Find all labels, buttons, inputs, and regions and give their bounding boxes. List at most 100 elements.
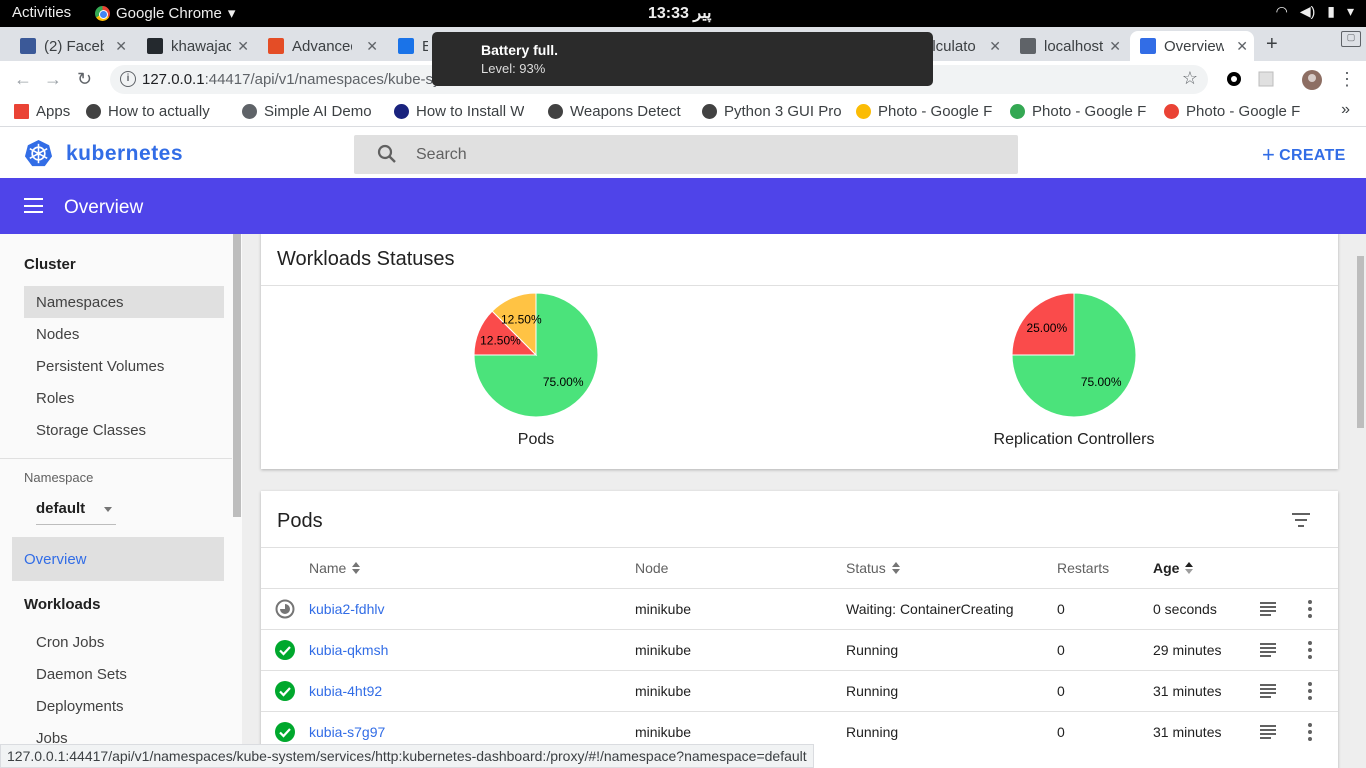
search-input[interactable]: Search	[354, 135, 1018, 174]
tab-1[interactable]: khawajac ✕	[137, 31, 255, 61]
pod-node: minikube	[635, 724, 692, 740]
pie-chart: 75.00% 12.50% 12.50% Pods	[386, 292, 686, 462]
globe-icon	[86, 104, 101, 119]
tab-5[interactable]: localhost ✕	[1010, 31, 1127, 61]
close-icon[interactable]: ✕	[115, 38, 127, 55]
battery-notification[interactable]: Battery full. Level: 93%	[432, 32, 933, 86]
sidebar-item-deployments[interactable]: Deployments	[24, 690, 224, 722]
pie-slice-label: 75.00%	[1081, 375, 1122, 389]
logs-icon[interactable]	[1260, 684, 1276, 698]
tab-title: Overview	[1164, 37, 1224, 55]
nav-section-cluster[interactable]: Cluster	[24, 256, 76, 273]
chrome-menu-icon[interactable]: ⋮	[1338, 69, 1356, 90]
bookmark-label: How to Install W	[416, 103, 525, 120]
sidebar-item-overview[interactable]: Overview	[12, 537, 224, 581]
brand-name[interactable]: kubernetes	[66, 142, 183, 166]
nav-section-workloads[interactable]: Workloads	[24, 596, 100, 613]
bookmark-item[interactable]: Simple AI Demo	[242, 103, 382, 120]
sidebar-item-namespaces[interactable]: Namespaces	[24, 286, 224, 318]
more-vert-icon[interactable]	[1308, 723, 1312, 741]
page-icon	[1020, 38, 1036, 54]
clock[interactable]: 13:33 پیر	[648, 3, 711, 23]
weapons-icon	[548, 104, 563, 119]
info-icon[interactable]: i	[120, 71, 136, 87]
more-vert-icon[interactable]	[1308, 682, 1312, 700]
photos-icon	[1164, 104, 1179, 119]
wifi-icon: ◠	[1275, 3, 1288, 19]
sidebar-scrollbar[interactable]	[233, 234, 241, 517]
system-tray[interactable]: ◠ ◀) ▮ ▾	[1276, 3, 1354, 20]
namespace-select[interactable]: default	[36, 500, 116, 525]
logs-icon[interactable]	[1260, 602, 1276, 616]
tab-2[interactable]: Advanced ✕	[258, 31, 384, 61]
reload-icon[interactable]: ↻	[77, 69, 92, 90]
namespace-value: default	[36, 500, 86, 517]
more-vert-icon[interactable]	[1308, 641, 1312, 659]
sidebar-item-storage-classes[interactable]: Storage Classes	[24, 414, 224, 446]
sidebar-item-cron-jobs[interactable]: Cron Jobs	[24, 626, 224, 658]
kubernetes-icon	[1140, 38, 1156, 54]
pod-name-link[interactable]: kubia-4ht92	[309, 683, 382, 699]
pod-status: Running	[846, 683, 899, 699]
chevron-down-icon: ▾	[1346, 3, 1354, 19]
close-icon[interactable]: ✕	[989, 38, 1001, 55]
pod-name-link[interactable]: kubia-qkmsh	[309, 642, 388, 658]
column-header-status[interactable]: Status	[846, 560, 900, 576]
sidebar: Cluster Namespaces Nodes Persistent Volume…	[0, 234, 242, 768]
bookmark-item[interactable]: Apps	[14, 103, 74, 120]
more-vert-icon[interactable]	[1308, 600, 1312, 618]
column-header-age[interactable]: Age	[1153, 560, 1194, 576]
tab-search-icon[interactable]: ▢	[1341, 31, 1361, 47]
card-title: Workloads Statuses	[277, 248, 455, 270]
kubernetes-logo-icon[interactable]	[24, 139, 53, 168]
page-title: Overview	[64, 197, 144, 218]
bookmark-item[interactable]: Photo - Google F	[856, 103, 996, 120]
extension-icon[interactable]	[1225, 70, 1243, 88]
pie-slice-label: 12.50%	[501, 312, 542, 326]
new-tab-button[interactable]: +	[1266, 33, 1278, 56]
bookmark-item[interactable]: How to actually	[86, 103, 226, 120]
extension-icon[interactable]	[1257, 70, 1275, 88]
pie-chart: 75.00% 25.00% Replication Controllers	[924, 292, 1224, 462]
bookmark-item[interactable]: Photo - Google F	[1164, 103, 1304, 120]
close-icon[interactable]: ✕	[1236, 38, 1248, 55]
avatar[interactable]	[1302, 70, 1322, 90]
activities-button[interactable]: Activities	[12, 4, 71, 21]
tab-title: alculato	[924, 37, 976, 55]
sidebar-item-persistent-volumes[interactable]: Persistent Volumes	[24, 350, 224, 382]
tab-6[interactable]: Overview ✕	[1130, 31, 1254, 61]
tab-0[interactable]: (2) Faceb ✕	[10, 31, 133, 61]
sidebar-item-roles[interactable]: Roles	[24, 382, 224, 414]
create-button[interactable]: + CREATE	[1262, 142, 1346, 168]
workloads-status-card: Workloads Statuses 75.00% 12.50% 12.50% Pod…	[261, 234, 1338, 469]
back-icon[interactable]: ←	[14, 69, 32, 90]
close-icon[interactable]: ✕	[1109, 38, 1121, 55]
bookmark-item[interactable]: Weapons Detect	[548, 103, 688, 120]
logs-icon[interactable]	[1260, 725, 1276, 739]
forward-icon[interactable]: →	[44, 69, 62, 90]
tab-3[interactable]: Ex	[388, 31, 428, 61]
bookmarks-overflow-icon[interactable]: »	[1341, 101, 1350, 119]
menu-icon[interactable]	[24, 198, 43, 213]
sidebar-item-daemon-sets[interactable]: Daemon Sets	[24, 658, 224, 690]
page-icon	[242, 104, 257, 119]
bookmark-item[interactable]: How to Install W	[394, 103, 534, 120]
battery-icon: ▮	[1327, 3, 1335, 19]
chrome-icon	[95, 5, 110, 21]
star-icon[interactable]: ☆	[1182, 68, 1198, 89]
sidebar-item-nodes[interactable]: Nodes	[24, 318, 224, 350]
close-icon[interactable]: ✕	[366, 38, 378, 55]
table-row: kubia-qkmsh minikube Running 0 29 minutes	[261, 629, 1338, 670]
bookmark-item[interactable]: Photo - Google F	[1010, 103, 1150, 120]
pod-name-link[interactable]: kubia-s7g97	[309, 724, 385, 740]
main-scrollbar[interactable]	[1357, 256, 1364, 428]
app-bar: Overview	[0, 178, 1366, 234]
filter-icon[interactable]	[1292, 513, 1310, 527]
address-url[interactable]: 127.0.0.1:44417/api/v1/namespaces/kube-s…	[142, 71, 448, 88]
bookmark-item[interactable]: Python 3 GUI Pro	[702, 103, 842, 120]
logs-icon[interactable]	[1260, 643, 1276, 657]
app-menu[interactable]: Google Chrome ▾	[95, 4, 235, 22]
column-header-name[interactable]: Name	[309, 560, 361, 576]
close-icon[interactable]: ✕	[237, 38, 249, 55]
pod-name-link[interactable]: kubia2-fdhlv	[309, 601, 385, 617]
